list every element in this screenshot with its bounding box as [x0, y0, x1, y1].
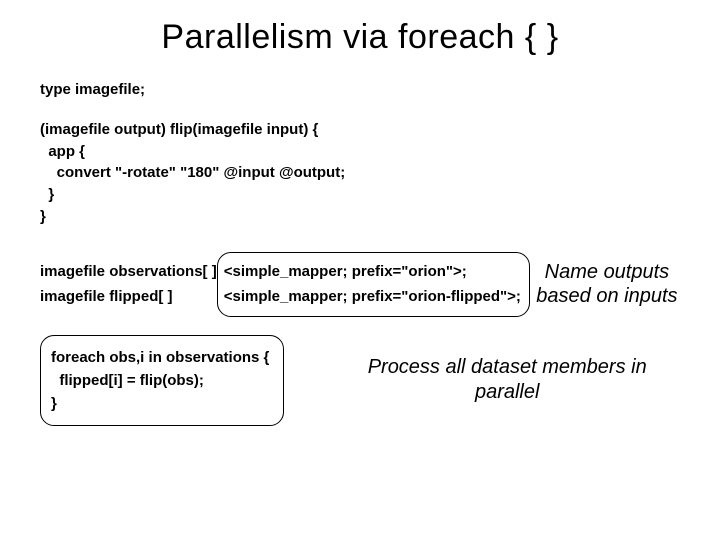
code-declarations: imagefile observations[ ] imagefile flip… [40, 259, 217, 310]
mapper-bubble: <simple_mapper; prefix="orion">; <simple… [217, 252, 530, 317]
mapper-row: imagefile observations[ ] imagefile flip… [40, 252, 680, 317]
foreach-row: foreach obs,i in observations { flipped[… [40, 335, 680, 427]
annotation-process-all: Process all dataset members in parallel [334, 355, 680, 405]
code-function-def: (imagefile output) flip(imagefile input)… [40, 119, 680, 228]
code-typedef: type imagefile; [40, 79, 680, 101]
foreach-bubble: foreach obs,i in observations { flipped[… [40, 335, 284, 427]
annotation-name-outputs: Name outputs based on inputs [536, 260, 678, 308]
slide-title: Parallelism via foreach { } [40, 18, 680, 57]
